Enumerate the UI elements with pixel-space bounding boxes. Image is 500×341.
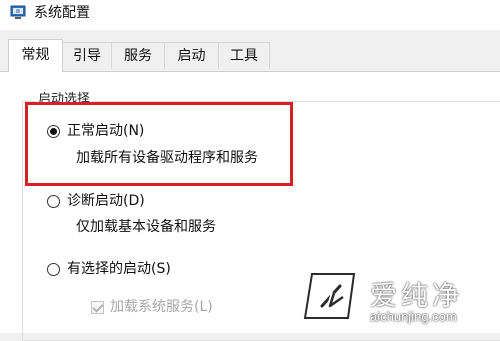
system-config-icon [10, 5, 26, 19]
watermark-brand: 爱纯净 [370, 281, 463, 311]
diagnostic-startup-radio[interactable] [47, 195, 60, 208]
tab-tools[interactable]: 工具 [218, 42, 270, 69]
tab-services[interactable]: 服务 [111, 42, 165, 69]
diagnostic-startup-label[interactable]: 诊断启动(D) [67, 191, 145, 211]
title-bar: 系统配置 [0, 0, 500, 30]
tab-boot[interactable]: 引导 [62, 42, 112, 69]
watermark: 爱纯净 aichunjing.com [300, 269, 496, 329]
load-system-services-checkbox[interactable] [91, 301, 104, 314]
window-title: 系统配置 [34, 5, 90, 21]
red-highlight-box [25, 102, 293, 186]
selective-startup-radio[interactable] [47, 263, 60, 276]
tab-startup[interactable]: 启动 [164, 42, 219, 69]
selective-startup-label[interactable]: 有选择的启动(S) [67, 259, 171, 279]
watermark-url: aichunjing.com [370, 309, 457, 324]
diagnostic-startup-description: 仅加载基本设备和服务 [76, 219, 216, 235]
watermark-logo-icon [302, 271, 357, 321]
load-system-services-label[interactable]: 加载系统服务(L) [110, 297, 213, 317]
tab-general[interactable]: 常规 [8, 39, 63, 72]
